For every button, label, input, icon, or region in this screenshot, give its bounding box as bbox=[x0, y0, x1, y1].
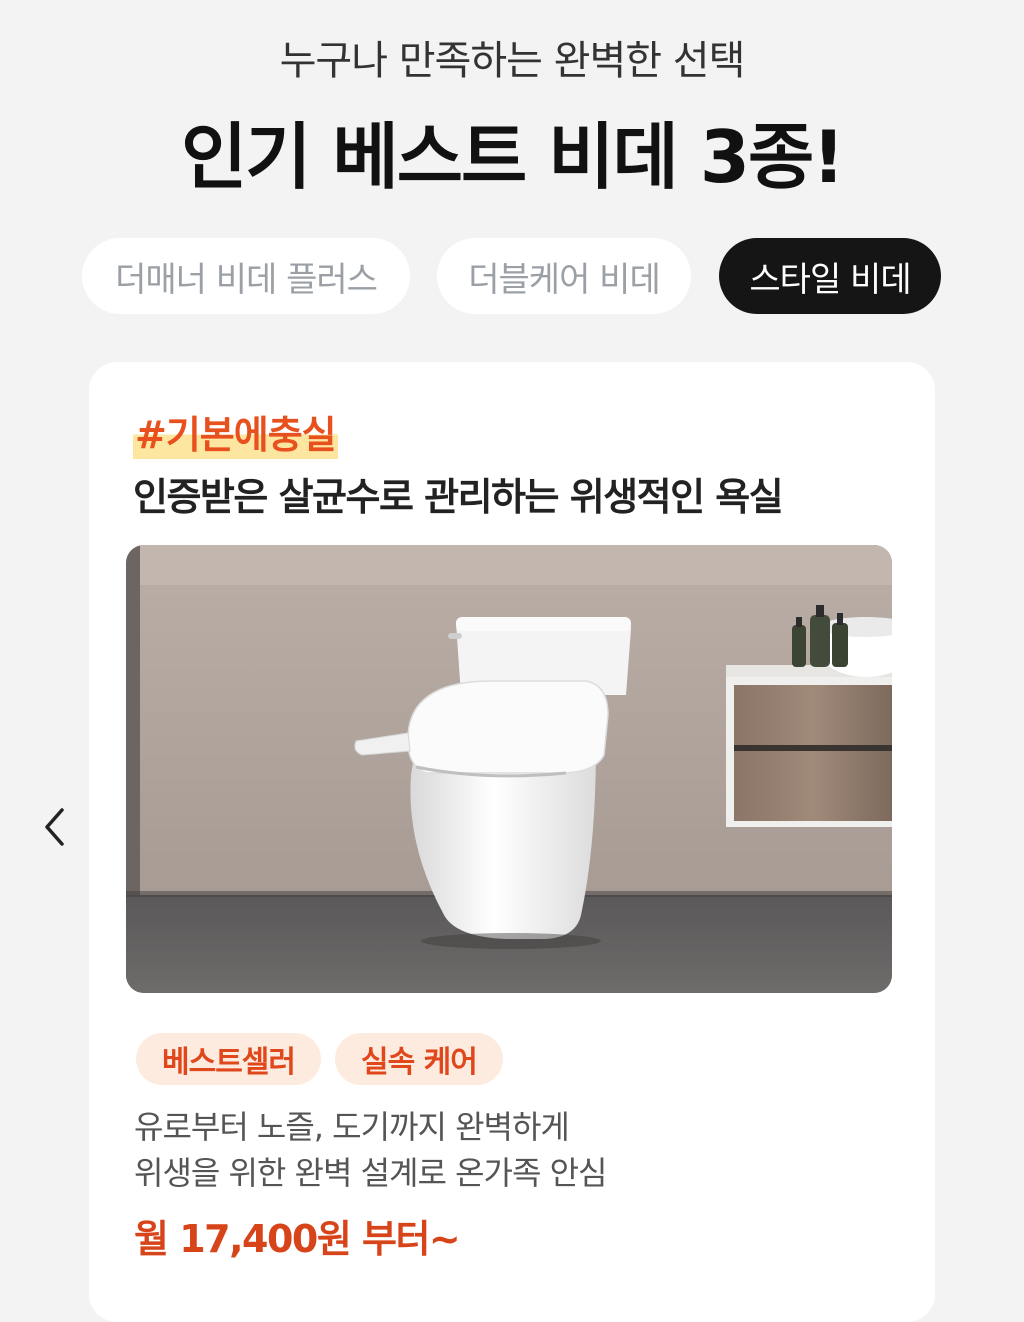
tab-manner-bidet-plus[interactable]: 더매너 비데 플러스 bbox=[82, 238, 410, 314]
product-description: 유로부터 노즐, 도기까지 완벽하게 위생을 위한 완벽 설계로 온가족 안심 bbox=[134, 1104, 607, 1196]
product-badges: 베스트셀러 실속 케어 bbox=[136, 1033, 503, 1085]
product-hashtag: #기본에충실 bbox=[133, 404, 338, 459]
product-price: 월 17,400원 부터~ bbox=[134, 1217, 461, 1261]
product-headline: 인증받은 살균수로 관리하는 위생적인 욕실 bbox=[133, 475, 784, 519]
tab-style-bidet[interactable]: 스타일 비데 bbox=[719, 238, 941, 314]
page-subtitle: 누구나 만족하는 완벽한 선택 bbox=[279, 38, 746, 84]
product-tabs: 더매너 비데 플러스 더블케어 비데 스타일 비데 bbox=[0, 238, 1024, 314]
tab-double-care-bidet[interactable]: 더블케어 비데 bbox=[437, 238, 691, 314]
badge-bestseller: 베스트셀러 bbox=[136, 1033, 321, 1085]
page-title: 인기 베스트 비데 3종! bbox=[180, 115, 845, 199]
chevron-left-icon bbox=[45, 808, 64, 846]
badge-value-care: 실속 케어 bbox=[335, 1033, 503, 1085]
toilet-bidet-photo-illustration bbox=[126, 545, 892, 993]
description-line-2: 위생을 위한 완벽 설계로 온가족 안심 bbox=[134, 1154, 607, 1192]
description-line-1: 유로부터 노즐, 도기까지 완벽하게 bbox=[134, 1108, 570, 1146]
product-image[interactable] bbox=[126, 545, 892, 993]
prev-slide-button[interactable] bbox=[34, 804, 74, 850]
